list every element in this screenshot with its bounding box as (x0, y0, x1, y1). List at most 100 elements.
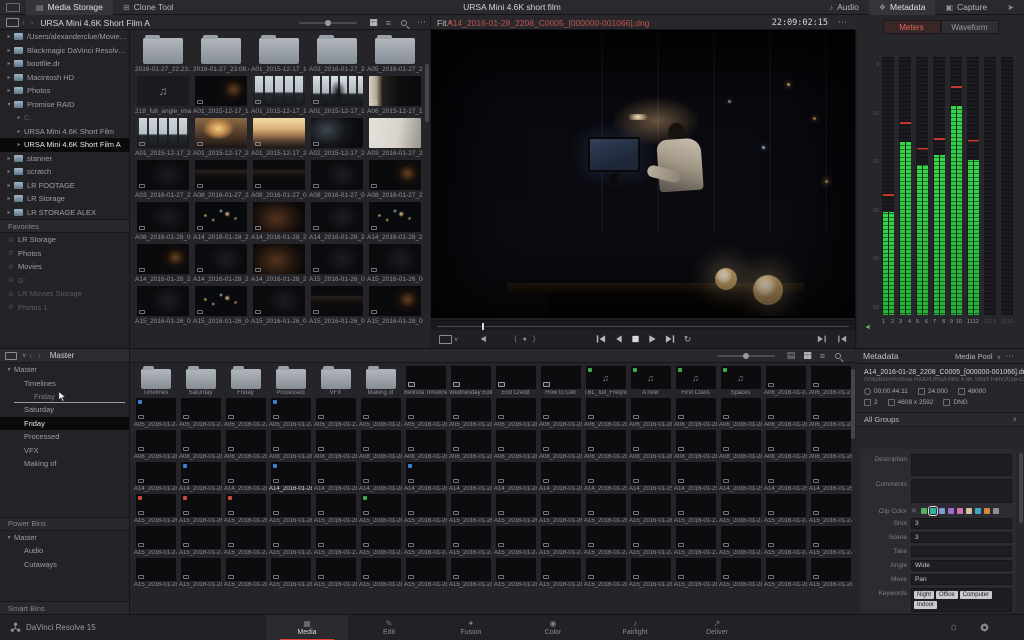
clip-item[interactable]: A08_2016-01-28_... (358, 430, 403, 460)
clip-thumb[interactable] (270, 398, 311, 421)
clip-thumb[interactable] (810, 366, 851, 389)
clip-item[interactable]: A08_2016-01-28_... (538, 430, 583, 460)
clip-item[interactable]: A14_2016-01-28_... (223, 462, 268, 492)
clone-tool-toggle[interactable]: ⊞ Clone Tool (113, 0, 184, 15)
skip-last-button[interactable] (665, 334, 676, 344)
grid-view-icon[interactable]: ▦ (365, 17, 382, 28)
folder-thumb[interactable] (195, 34, 247, 64)
clip-item[interactable]: A14_2016-01-25_... (718, 462, 763, 492)
project-settings-icon[interactable] (979, 622, 990, 636)
clip-item[interactable]: A15_2016-01-27_... (133, 526, 178, 556)
pool-scrollbar[interactable] (851, 369, 855, 439)
clip-item[interactable]: A01_2015-12-17_200... (134, 118, 192, 157)
clip-item[interactable]: A08_2016-01-28_030... (134, 202, 192, 241)
clip-thumb[interactable] (253, 202, 305, 232)
clip-item[interactable]: A06_2016-01-28_... (628, 398, 673, 428)
browser-scrollbar[interactable] (425, 64, 429, 122)
clip-item[interactable]: A15_2016-01-27_... (583, 526, 628, 556)
clip-item[interactable]: A14_2016-01-28_222... (308, 202, 366, 241)
clip-item[interactable]: A15_2016-01-26_... (493, 494, 538, 524)
color-swatch[interactable] (983, 508, 990, 514)
clip-thumb[interactable] (135, 558, 176, 581)
folder-item[interactable]: Processed (268, 366, 313, 396)
favorite-item[interactable]: ☆ Photos 1 (0, 301, 129, 315)
clip-item[interactable]: A15_2016-01-27_... (313, 526, 358, 556)
clip-thumb[interactable] (270, 558, 311, 581)
clip-thumb[interactable] (630, 398, 671, 421)
clip-thumb[interactable] (369, 118, 421, 148)
clip-item[interactable]: A06_2016-01-28_... (763, 398, 808, 428)
clip-item[interactable]: A15_2016-01-26_... (133, 494, 178, 524)
keyword-tags[interactable]: Night Office Computer Indoor (911, 588, 1012, 612)
favorite-item[interactable]: ☆ Movies (0, 260, 129, 274)
clip-thumb[interactable] (720, 526, 761, 549)
color-swatch[interactable] (956, 508, 963, 514)
clip-thumb[interactable] (225, 494, 266, 517)
power-bin-item[interactable]: ▾ Master (0, 531, 129, 545)
clip-thumb[interactable] (253, 160, 305, 190)
bin-tree-item[interactable]: VFX (0, 444, 129, 458)
clip-item[interactable]: A15_2016-01-27_... (763, 526, 808, 556)
clip-item[interactable]: A15_2016-01-27_... (448, 526, 493, 556)
clip-thumb[interactable] (630, 462, 671, 485)
clip-thumb[interactable] (675, 526, 716, 549)
folder-item[interactable]: A03_2016-01-27_224... (308, 34, 366, 73)
clip-item[interactable]: A15_2016-01-26_005... (192, 286, 250, 325)
clip-item[interactable]: A15_2016-01-28_... (763, 558, 808, 588)
clip-thumb[interactable] (405, 430, 446, 453)
clip-thumb[interactable] (450, 430, 491, 453)
folder-thumb[interactable] (271, 366, 311, 389)
clip-thumb[interactable] (495, 366, 536, 389)
clip-thumb[interactable] (810, 430, 851, 453)
bin-back-icon[interactable]: ‹ (26, 351, 35, 360)
clip-thumb[interactable] (765, 558, 806, 581)
clip-item[interactable]: A14_2016-01-25_... (808, 462, 853, 492)
clip-thumb[interactable] (225, 526, 266, 549)
storage-tree-item[interactable]: ▸ LR STORAGE ALEX (0, 206, 129, 220)
color-swatch[interactable] (974, 508, 981, 514)
audio-panel-toggle[interactable]: ♪ Audio (819, 0, 869, 15)
folder-item[interactable]: Saturday (178, 366, 223, 396)
clip-thumb[interactable] (270, 526, 311, 549)
clip-thumb[interactable] (495, 558, 536, 581)
clip-item[interactable]: A14_2016-01-28_... (493, 462, 538, 492)
clip-item[interactable]: A15_2016-01-27_... (493, 526, 538, 556)
clip-item[interactable]: A14_2016-01-28_230... (192, 244, 250, 283)
favorite-item[interactable]: ☆ D: (0, 274, 129, 288)
clip-thumb[interactable] (585, 526, 626, 549)
clip-item[interactable]: A14_2016-01-28_224... (366, 202, 424, 241)
clip-thumb[interactable] (369, 202, 421, 232)
clip-thumb[interactable] (675, 462, 716, 485)
capture-toggle[interactable]: ▣ Capture (935, 0, 997, 15)
clip-thumb[interactable] (495, 494, 536, 517)
clip-thumb[interactable] (180, 494, 221, 517)
clip-item[interactable]: A15_2016-01-26_... (178, 494, 223, 524)
clip-thumb[interactable] (540, 398, 581, 421)
clip-thumb[interactable] (495, 462, 536, 485)
clip-item[interactable]: A01_2015-12-17_201... (192, 118, 250, 157)
clip-thumb[interactable] (311, 286, 363, 316)
tab-edit[interactable]: ✎ Edit (348, 615, 430, 640)
folder-thumb[interactable] (181, 366, 221, 389)
bin-forward-icon[interactable]: › (35, 351, 44, 360)
clip-thumb[interactable] (137, 244, 189, 274)
pool-sort-icon[interactable]: ▤ (783, 350, 800, 361)
storage-tree-item[interactable]: ▸ URSA Mini 4.6K Short Film A (0, 138, 129, 152)
clip-thumb[interactable] (315, 462, 356, 485)
clip-item[interactable]: A15_2016-01-28_... (313, 558, 358, 588)
clip-item[interactable]: A06_2016-01-27_... (763, 366, 808, 396)
clip-item[interactable]: A15_2016-01-28_008... (366, 286, 424, 325)
storage-tree-item[interactable]: ▸ Blackmagic DaVinci Resolve Studio (0, 44, 129, 58)
play-button[interactable] (648, 334, 657, 344)
clip-thumb[interactable] (225, 398, 266, 421)
clip-thumb[interactable] (369, 286, 421, 316)
clip-thumb[interactable] (405, 398, 446, 421)
clip-thumb[interactable] (630, 494, 671, 517)
thumb-size-slider[interactable] (299, 19, 358, 26)
clip-item[interactable]: A06_2016-01-28_... (583, 398, 628, 428)
clip-thumb[interactable] (315, 558, 356, 581)
favorite-item[interactable]: ☆ LR Movies Storage (0, 287, 129, 301)
metadata-options-icon[interactable]: ⋯ (1001, 351, 1018, 362)
clip-thumb[interactable] (450, 558, 491, 581)
video-frame[interactable] (431, 30, 855, 318)
